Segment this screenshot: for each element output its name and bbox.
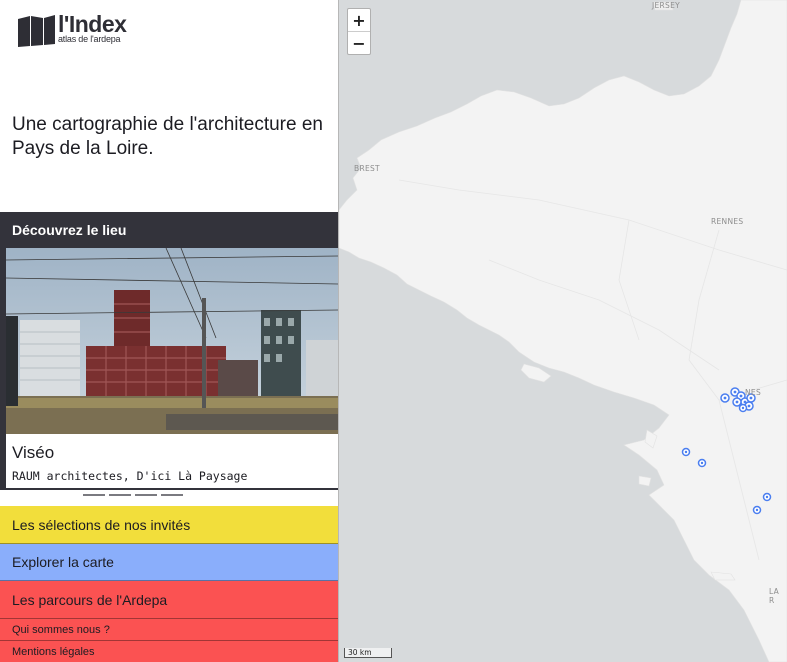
carousel-dot[interactable]	[135, 494, 157, 496]
city-label-nantes: NES	[745, 388, 762, 397]
discover-panel: Découvrez le lieu Viséo RAUM architectes…	[0, 212, 338, 490]
ardepa-routes-button[interactable]: Les parcours de l'Ardepa	[0, 581, 338, 619]
place-architects: RAUM architectes, D'ici Là Paysage	[12, 469, 248, 483]
legal-notice-link[interactable]: Mentions légales	[0, 641, 338, 662]
explore-map-button[interactable]: Explorer la carte	[0, 544, 338, 581]
carousel-dot[interactable]	[109, 494, 131, 496]
place-photo	[6, 248, 338, 434]
book-logo-icon	[18, 15, 55, 47]
carousel-dot[interactable]	[83, 494, 105, 496]
map-markers	[681, 387, 772, 515]
sidebar: l'Index atlas de l'ardepa Une cartograph…	[0, 0, 339, 662]
map[interactable]: JERSEY BREST RENNES NES LA R + − 30 km	[339, 0, 787, 662]
discover-heading: Découvrez le lieu	[12, 222, 127, 238]
carousel-dots	[57, 494, 183, 496]
scale-bar: 30 km	[344, 648, 392, 658]
carousel-dot[interactable]	[161, 494, 183, 496]
carousel-dot[interactable]	[57, 494, 79, 496]
guest-selections-button[interactable]: Les sélections de nos invités	[0, 506, 338, 544]
city-label-rennes: RENNES	[711, 217, 744, 226]
place-card[interactable]: Viséo RAUM architectes, D'ici Là Paysage	[6, 248, 338, 488]
city-label-jersey: JERSEY	[652, 1, 681, 10]
city-label-brest: BREST	[354, 164, 380, 173]
logo-title: l'Index	[58, 11, 127, 37]
logo[interactable]: l'Index atlas de l'ardepa	[16, 11, 127, 48]
tagline: Une cartographie de l'architecture en Pa…	[12, 114, 323, 159]
logo-subtitle: atlas de l'ardepa	[58, 34, 121, 44]
zoom-control: + −	[347, 8, 371, 55]
zoom-in-button[interactable]: +	[348, 9, 370, 31]
city-label-la-rochelle: LA R	[769, 587, 780, 605]
about-link[interactable]: Qui sommes nous ?	[0, 619, 338, 641]
zoom-out-button[interactable]: −	[348, 31, 370, 54]
place-name: Viséo	[12, 443, 55, 462]
